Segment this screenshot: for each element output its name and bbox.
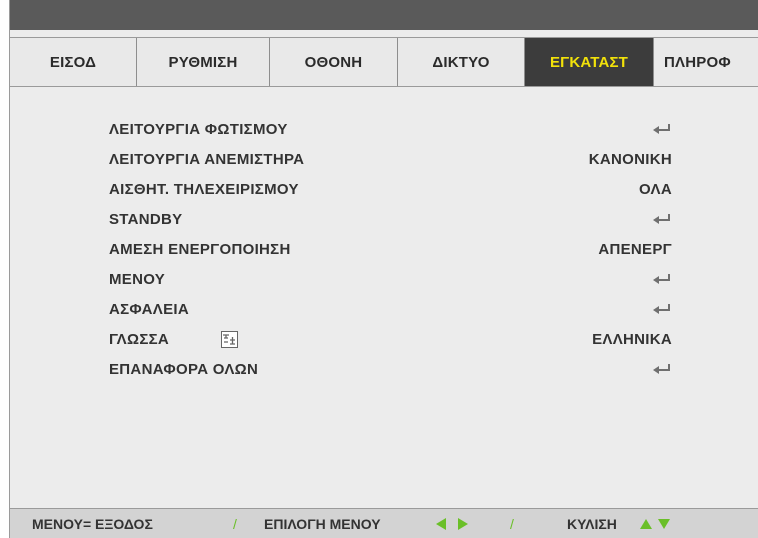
footer-separator: / (510, 516, 514, 532)
menu-item-label: ΑΣΦΑΛΕΙΑ (109, 300, 189, 318)
right-arrow-icon (458, 518, 468, 530)
tab-bar: ΕΙΣΟΔ ΡΥΘΜΙΣΗ ΟΘΟΝΗ ΔΙΚΤΥΟ ΕΓΚΑΤΑΣΤ ΠΛΗΡ… (10, 37, 758, 87)
osd-screen: ΕΙΣΟΔ ΡΥΘΜΙΣΗ ΟΘΟΝΗ ΔΙΚΤΥΟ ΕΓΚΑΤΑΣΤ ΠΛΗΡ… (0, 0, 758, 538)
footer-scroll: ΚΥΛΙΣΗ (567, 516, 617, 532)
menu-item-value: ΚΑΝΟΝΙΚΗ (588, 150, 672, 168)
down-arrow-icon (658, 519, 670, 529)
menu-item-direct-power-on[interactable]: ΑΜΕΣΗ ΕΝΕΡΓΟΠΟΙΗΣΗ ΑΠΕΝΕΡΓ (10, 234, 758, 264)
enter-icon (653, 274, 670, 284)
menu-list: ΛΕΙΤΟΥΡΓΙΑ ΦΩΤΙΣΜΟΥ ΛΕΙΤΟΥΡΓΙΑ ΑΝΕΜΙΣΤΗΡ… (10, 114, 758, 384)
tab-network[interactable]: ΔΙΚΤΥΟ (398, 38, 525, 86)
osd-menu-panel: ΕΙΣΟΔ ΡΥΘΜΙΣΗ ΟΘΟΝΗ ΔΙΚΤΥΟ ΕΓΚΑΤΑΣΤ ΠΛΗΡ… (9, 0, 758, 538)
menu-item-security[interactable]: ΑΣΦΑΛΕΙΑ (10, 294, 758, 324)
menu-item-remote-sensor[interactable]: ΑΙΣΘΗΤ. ΤΗΛΕΧΕΙΡΙΣΜΟΥ ΟΛΑ (10, 174, 758, 204)
menu-item-label: ΕΠΑΝΑΦΟΡΑ ΟΛΩΝ (109, 360, 259, 378)
footer-menu-select: ΕΠΙΛΟΓΗ ΜΕΝΟΥ (264, 516, 381, 532)
footer-menu-exit: ΜΕΝΟΥ= ΕΞΟΔΟΣ (32, 516, 153, 532)
footer-separator: / (233, 516, 237, 532)
menu-item-label: ΑΜΕΣΗ ΕΝΕΡΓΟΠΟΙΗΣΗ (109, 240, 291, 258)
menu-item-label: ΑΙΣΘΗΤ. ΤΗΛΕΧΕΙΡΙΣΜΟΥ (109, 180, 299, 198)
footer-hints: ΜΕΝΟΥ= ΕΞΟΔΟΣ / ΕΠΙΛΟΓΗ ΜΕΝΟΥ / ΚΥΛΙΣΗ (10, 508, 758, 538)
menu-item-value: ΑΠΕΝΕΡΓ (598, 240, 672, 258)
language-icon (221, 330, 238, 348)
menu-item-language[interactable]: ΓΛΩΣΣΑ ΕΛΛΗΝΙΚΑ (10, 324, 758, 354)
menu-item-label: STANDBY (109, 210, 183, 228)
up-arrow-icon (640, 519, 652, 529)
menu-item-menu[interactable]: ΜΕΝΟΥ (10, 264, 758, 294)
menu-item-value: ΕΛΛΗΝΙΚΑ (592, 330, 672, 348)
menu-item-label: ΜΕΝΟΥ (109, 270, 166, 288)
enter-icon (653, 364, 670, 374)
menu-item-label: ΛΕΙΤΟΥΡΓΙΑ ΑΝΕΜΙΣΤΗΡΑ (109, 150, 305, 168)
left-arrow-icon (436, 518, 446, 530)
tab-setup[interactable]: ΕΓΚΑΤΑΣΤ (525, 38, 654, 86)
enter-icon (653, 124, 670, 134)
menu-item-value: ΟΛΑ (638, 180, 672, 198)
tab-info[interactable]: ΠΛΗΡΟΦ (654, 38, 758, 86)
enter-icon (653, 214, 670, 224)
tab-settings[interactable]: ΡΥΘΜΙΣΗ (137, 38, 270, 86)
top-bar (10, 0, 758, 30)
menu-item-lamp-mode[interactable]: ΛΕΙΤΟΥΡΓΙΑ ΦΩΤΙΣΜΟΥ (10, 114, 758, 144)
tab-display[interactable]: ΟΘΟΝΗ (270, 38, 398, 86)
menu-item-label: ΓΛΩΣΣΑ (109, 330, 170, 348)
menu-item-reset-all[interactable]: ΕΠΑΝΑΦΟΡΑ ΟΛΩΝ (10, 354, 758, 384)
menu-item-label: ΛΕΙΤΟΥΡΓΙΑ ΦΩΤΙΣΜΟΥ (109, 120, 288, 138)
tab-input[interactable]: ΕΙΣΟΔ (10, 38, 137, 86)
menu-item-fan-mode[interactable]: ΛΕΙΤΟΥΡΓΙΑ ΑΝΕΜΙΣΤΗΡΑ ΚΑΝΟΝΙΚΗ (10, 144, 758, 174)
menu-item-standby[interactable]: STANDBY (10, 204, 758, 234)
enter-icon (653, 304, 670, 314)
